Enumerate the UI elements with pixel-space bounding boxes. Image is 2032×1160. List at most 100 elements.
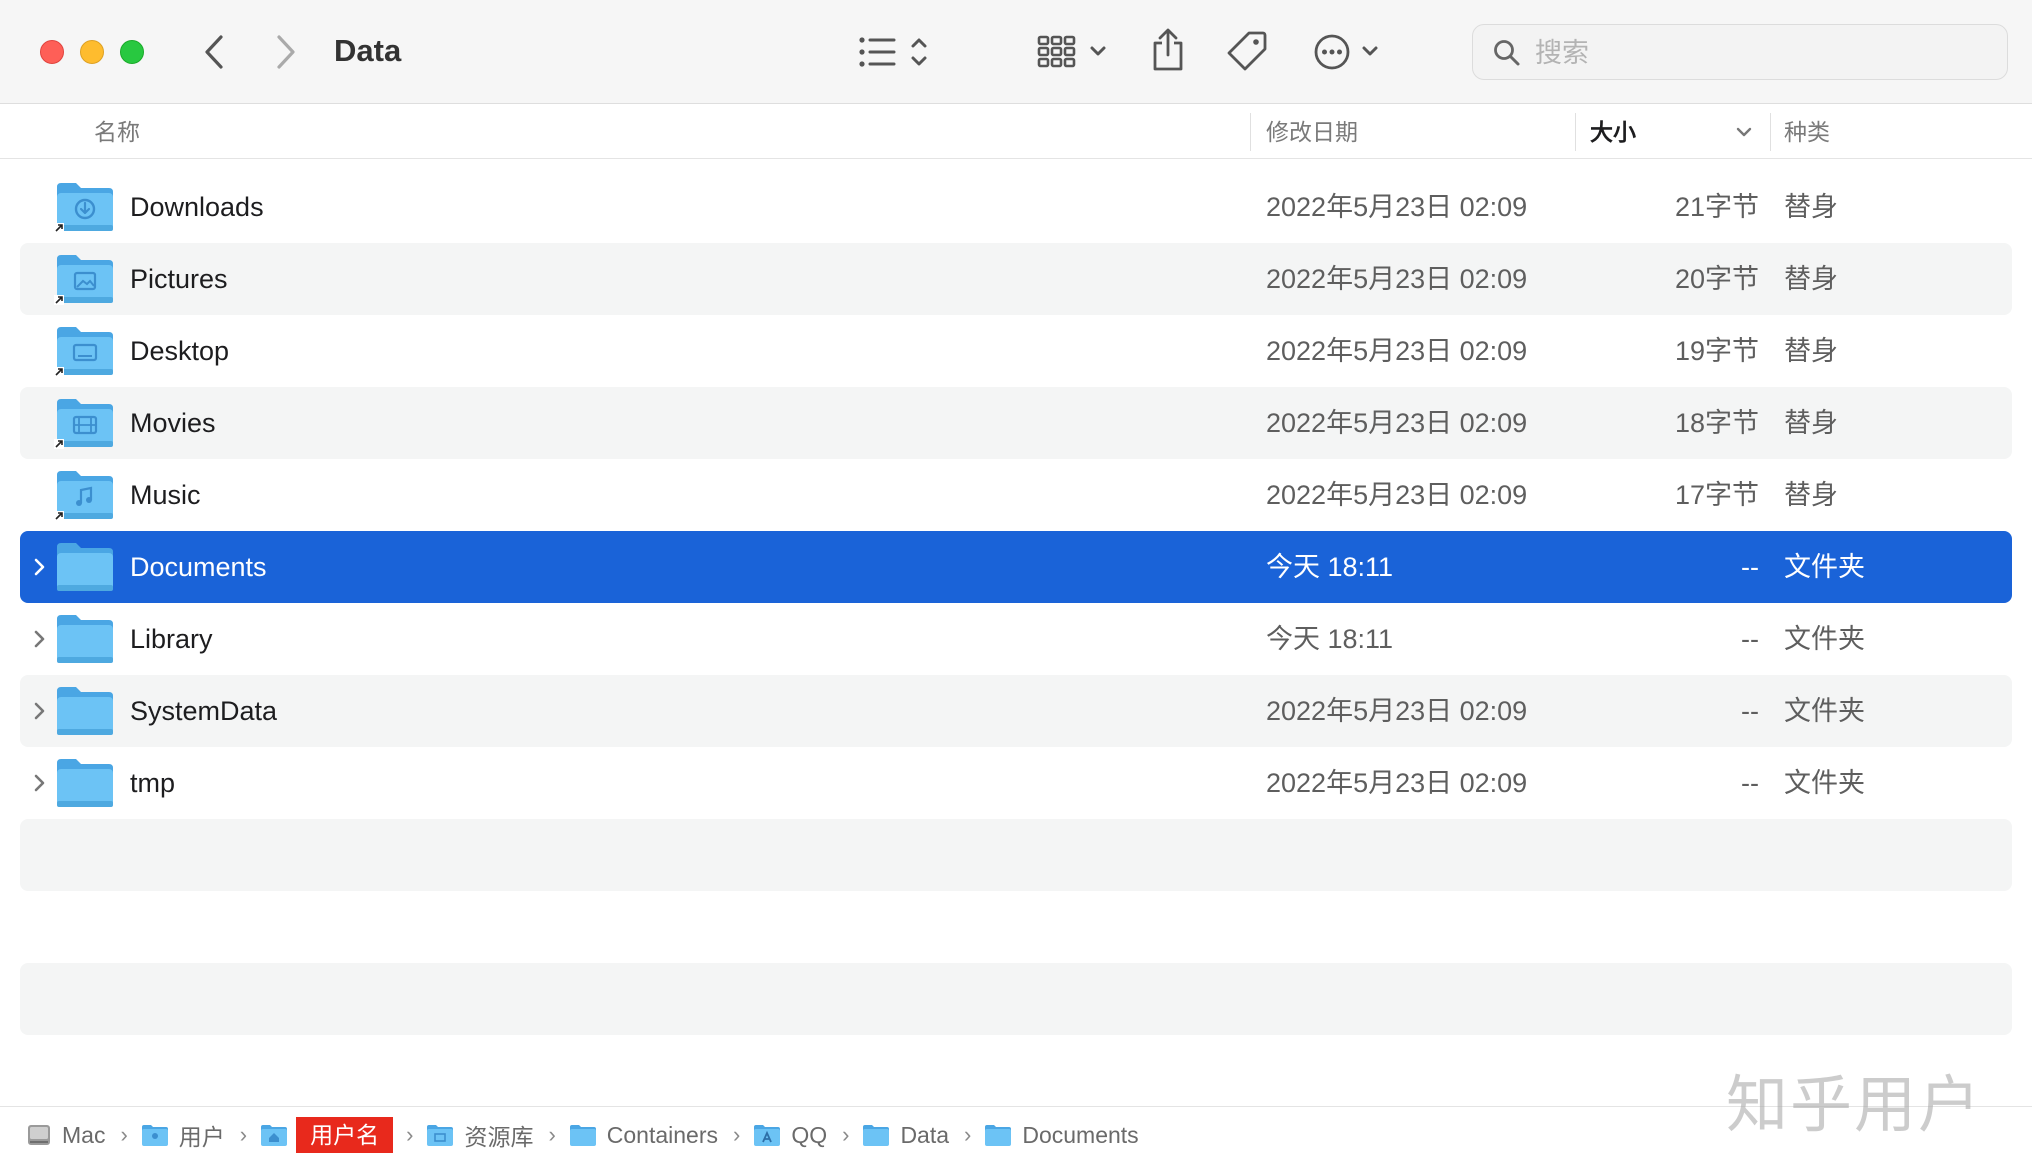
column-divider[interactable] — [1770, 113, 1771, 151]
sort-descending-icon[interactable] — [1735, 123, 1753, 141]
file-name: Downloads — [130, 192, 264, 222]
file-name: tmp — [130, 768, 176, 798]
group-button[interactable] — [1036, 30, 1110, 74]
search-icon — [1494, 40, 1520, 66]
file-size: 19字节 — [1674, 336, 1759, 366]
search-input[interactable] — [1535, 33, 1975, 73]
disclosure-triangle-icon[interactable] — [28, 555, 52, 579]
file-size: 17字节 — [1674, 480, 1759, 510]
path-item-data[interactable]: Data — [862, 1117, 951, 1153]
column-name[interactable]: 名称 — [94, 105, 140, 159]
path-item-mac[interactable]: Mac — [26, 1117, 107, 1153]
toolbar: Data — [0, 0, 2032, 104]
tag-icon — [1227, 31, 1267, 71]
path-item-label: Mac — [62, 1121, 106, 1148]
disclosure-triangle-icon[interactable] — [28, 627, 52, 651]
path-item-label: 用户名 — [296, 1117, 394, 1153]
empty-row — [20, 963, 2012, 1035]
file-size: -- — [1741, 696, 1759, 726]
file-row-music[interactable]: Music 2022年5月23日 02:09 17字节 替身 — [20, 459, 2012, 531]
path-item-label: 用户 — [178, 1124, 225, 1150]
share-icon — [1153, 28, 1183, 71]
path-item-library[interactable]: 资源库 — [426, 1117, 535, 1153]
watermark: 知乎用户 — [1726, 1068, 1983, 1141]
file-date: 2022年5月23日 02:09 — [1266, 696, 1528, 726]
empty-row — [20, 819, 2012, 891]
path-separator-icon: › — [120, 1122, 128, 1147]
column-header: 名称 修改日期 大小 种类 — [0, 105, 2032, 159]
file-row-documents[interactable]: Documents 今天 18:11 -- 文件夹 — [20, 531, 2012, 603]
window-title: Data — [334, 33, 402, 68]
downloads-folder-icon — [54, 183, 113, 233]
file-row-systemdata[interactable]: SystemData 2022年5月23日 02:09 -- 文件夹 — [20, 675, 2012, 747]
file-size: 21字节 — [1674, 192, 1759, 222]
ellipsis-circle-icon — [1314, 34, 1378, 70]
path-item-home[interactable]: 用户名 — [260, 1117, 394, 1153]
path-item-label: QQ — [791, 1121, 828, 1148]
file-row-library[interactable]: Library 今天 18:11 -- 文件夹 — [20, 603, 2012, 675]
more-actions-button[interactable] — [1312, 30, 1384, 74]
file-size: -- — [1741, 552, 1759, 582]
column-divider[interactable] — [1575, 113, 1576, 151]
file-row-tmp[interactable]: tmp 2022年5月23日 02:09 -- 文件夹 — [20, 747, 2012, 819]
path-item-qq[interactable]: QQ — [753, 1117, 829, 1153]
back-button[interactable] — [198, 32, 230, 72]
zoom-button[interactable] — [120, 40, 144, 64]
file-date: 2022年5月23日 02:09 — [1266, 408, 1528, 438]
path-separator-icon: › — [406, 1122, 414, 1147]
close-button[interactable] — [40, 40, 64, 64]
share-button[interactable] — [1148, 26, 1188, 74]
file-date: 2022年5月23日 02:09 — [1266, 192, 1528, 222]
home-folder-icon — [261, 1125, 288, 1146]
pictures-folder-icon — [54, 255, 113, 305]
column-divider[interactable] — [1250, 113, 1251, 151]
path-item-label: Containers — [606, 1121, 718, 1148]
app-folder-icon — [754, 1125, 781, 1146]
path-item-documents[interactable]: Documents — [984, 1117, 1140, 1153]
file-name: Documents — [130, 552, 267, 582]
file-row-downloads[interactable]: Downloads 2022年5月23日 02:09 21字节 替身 — [20, 171, 2012, 243]
file-kind: 文件夹 — [1784, 552, 1865, 582]
folder-icon — [57, 759, 113, 807]
movies-folder-icon — [54, 399, 113, 449]
file-name: Desktop — [130, 336, 230, 366]
file-kind: 文件夹 — [1784, 696, 1865, 726]
path-separator-icon: › — [964, 1122, 972, 1147]
disclosure-triangle-icon[interactable] — [28, 771, 52, 795]
chevron-left-icon — [205, 35, 223, 69]
file-size: 18字节 — [1674, 408, 1759, 438]
disclosure-triangle-icon[interactable] — [28, 699, 52, 723]
file-date: 2022年5月23日 02:09 — [1266, 264, 1528, 294]
folder-icon — [985, 1125, 1012, 1146]
file-row-movies[interactable]: Movies 2022年5月23日 02:09 18字节 替身 — [20, 387, 2012, 459]
path-item-label: 资源库 — [464, 1124, 534, 1150]
search-field[interactable] — [1472, 24, 2008, 80]
file-list: Downloads 2022年5月23日 02:09 21字节 替身 Pictu… — [20, 171, 2012, 1035]
minimize-button[interactable] — [80, 40, 104, 64]
file-kind: 替身 — [1784, 408, 1838, 438]
file-size: -- — [1741, 768, 1759, 798]
empty-row — [20, 891, 2012, 963]
folder-icon — [569, 1125, 596, 1146]
column-size[interactable]: 大小 — [1590, 105, 1636, 159]
file-date: 2022年5月23日 02:09 — [1266, 480, 1528, 510]
file-name: Pictures — [130, 264, 228, 294]
path-item-users[interactable]: 用户 — [141, 1117, 227, 1153]
path-separator-icon: › — [842, 1122, 850, 1147]
forward-button[interactable] — [270, 32, 302, 72]
path-item-label: Documents — [1022, 1121, 1139, 1148]
column-kind[interactable]: 种类 — [1784, 105, 1830, 159]
view-mode-button[interactable] — [858, 30, 934, 74]
file-kind: 替身 — [1784, 480, 1838, 510]
tag-button[interactable] — [1224, 28, 1270, 74]
path-item-containers[interactable]: Containers — [569, 1117, 720, 1153]
file-kind: 替身 — [1784, 192, 1838, 222]
file-row-desktop[interactable]: Desktop 2022年5月23日 02:09 19字节 替身 — [20, 315, 2012, 387]
users-folder-icon — [141, 1125, 168, 1146]
column-date[interactable]: 修改日期 — [1266, 105, 1358, 159]
file-date: 2022年5月23日 02:09 — [1266, 768, 1528, 798]
path-separator-icon: › — [548, 1122, 556, 1147]
file-date: 今天 18:11 — [1266, 624, 1394, 654]
file-row-pictures[interactable]: Pictures 2022年5月23日 02:09 20字节 替身 — [20, 243, 2012, 315]
music-folder-icon — [54, 471, 113, 521]
